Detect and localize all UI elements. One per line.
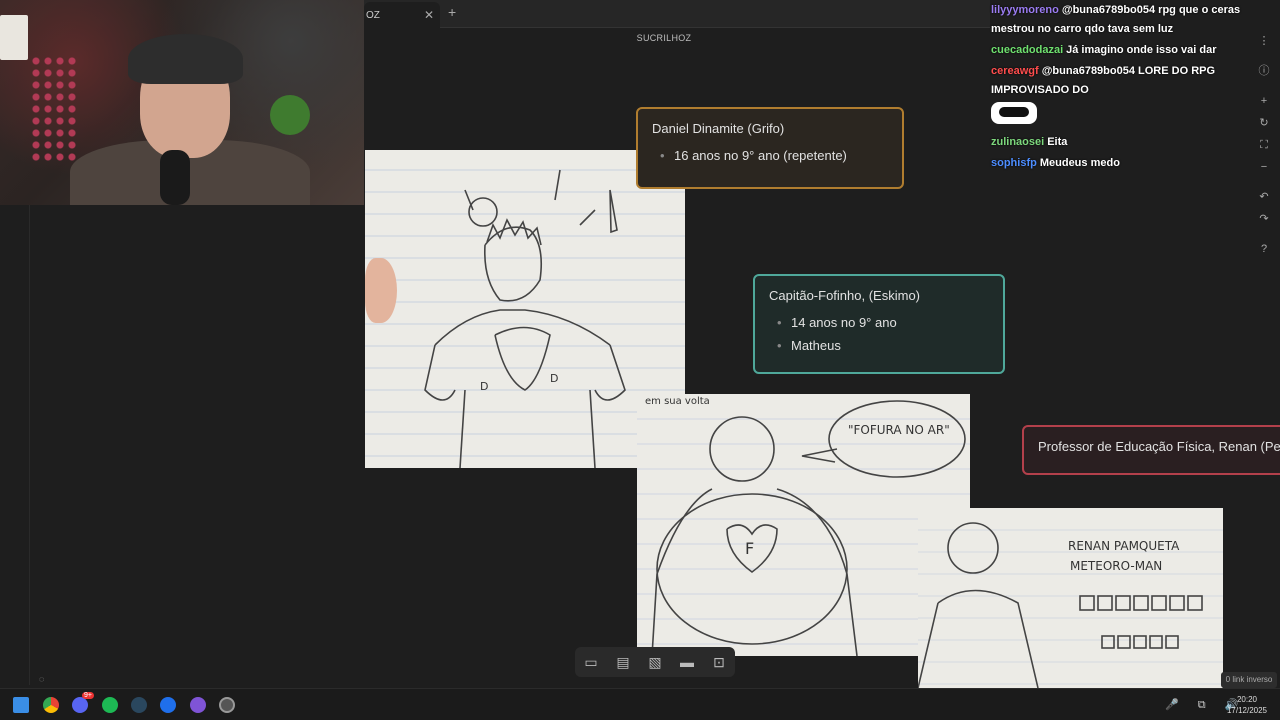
chat-text: Eita	[1047, 136, 1068, 148]
webcam-overlay	[0, 0, 364, 205]
tab-label: OZ	[366, 10, 380, 21]
chat-message: sophisfp Meudeus medo	[990, 153, 1280, 174]
discord-icon[interactable]	[72, 697, 88, 713]
divider	[29, 205, 30, 685]
tab-sucrilhoz[interactable]: OZ ✕	[364, 2, 440, 28]
finger-in-photo	[365, 258, 397, 323]
tab-bar: OZ ✕ +	[364, 0, 990, 28]
chat-text: Já imagino onde isso vai dar	[1066, 44, 1217, 56]
obsidian-icon[interactable]	[190, 697, 206, 713]
clock-date: 17/12/2025	[1226, 706, 1268, 715]
list-item: Matheus	[777, 338, 989, 353]
sketch-renan[interactable]: RENAN PAMQUETA METEORO-MAN	[918, 508, 1223, 688]
help-icon[interactable]: ?	[1251, 238, 1277, 260]
redo-icon[interactable]: ↷	[1251, 208, 1277, 230]
webcam-frog-plush	[270, 95, 310, 135]
windows-start-icon[interactable]	[13, 697, 29, 713]
list-item: 16 anos no 9° ano (repetente)	[660, 148, 888, 163]
chat-username: cereawgf	[991, 65, 1039, 77]
text-file-icon[interactable]: ▤	[612, 654, 634, 671]
chest-letter-left: D	[480, 380, 488, 393]
renan-hero-text: METEORO-MAN	[1070, 559, 1162, 573]
sketch-renan-drawing: RENAN PAMQUETA METEORO-MAN	[918, 522, 1223, 688]
speech-bubble-text: "FOFURA NO AR"	[848, 423, 950, 437]
record-icon[interactable]	[219, 697, 235, 713]
chat-username: zulinaosei	[991, 136, 1045, 148]
chat-username: lilyyymoreno	[991, 4, 1059, 16]
webcam-lamp	[0, 15, 28, 60]
card-professor-renan[interactable]: Professor de Educação Física, Renan (Pes…	[1022, 425, 1280, 475]
list-item: 14 anos no 9° ano	[777, 315, 989, 330]
card-capitao-fofinho[interactable]: Capitão-Fofinho, (Eskimo) 14 anos no 9° …	[753, 274, 1005, 374]
steam-icon[interactable]	[131, 697, 147, 713]
webcam-flowers	[30, 55, 80, 165]
webcam-person-cap	[128, 34, 243, 84]
card-icon[interactable]: ▬	[676, 654, 698, 670]
spotify-icon[interactable]	[102, 697, 118, 713]
card-daniel-dinamite[interactable]: Daniel Dinamite (Grifo) 16 anos no 9° an…	[636, 107, 904, 189]
link-inverse-badge[interactable]: 0 link inverso	[1221, 672, 1277, 688]
new-note-icon[interactable]: ▭	[580, 654, 602, 671]
caption-top: em sua volta	[645, 396, 710, 407]
chat-message: zulinaosei Eita	[990, 132, 1280, 153]
image-icon[interactable]: ▧	[644, 654, 666, 671]
chat-message: cuecadodazai Já imagino onde isso vai dar	[990, 40, 1280, 61]
new-tab-button[interactable]: +	[448, 4, 456, 20]
card-title: Professor de Educação Física, Renan (Pes…	[1038, 439, 1280, 454]
document-title: SUCRILHOZ	[636, 33, 692, 43]
canvas-toolbar: ▭ ▤ ▧ ▬ ⊡	[575, 647, 735, 677]
card-title: Daniel Dinamite (Grifo)	[652, 121, 785, 136]
chat-overlay: lilyyymoreno @buna6789bo054 rpg que o cer…	[990, 0, 1280, 174]
card-title: Capitão-Fofinho, (Eskimo)	[769, 288, 920, 303]
emote-icon	[991, 102, 1037, 124]
renan-name-text: RENAN PAMQUETA	[1068, 539, 1180, 553]
close-icon[interactable]: ✕	[424, 8, 434, 22]
clock[interactable]: 20:20 17/12/2025	[1222, 694, 1272, 716]
chrome-icon[interactable]	[43, 697, 59, 713]
chat-message: cereawgf @buna6789bo054 LORE DO RPG IMPRO…	[990, 61, 1280, 132]
chat-username: cuecadodazai	[991, 44, 1064, 56]
chat-message: lilyyymoreno @buna6789bo054 rpg que o cer…	[990, 0, 1280, 40]
clock-time: 20:20	[1236, 695, 1258, 704]
frame-icon[interactable]: ⊡	[708, 654, 730, 671]
c-app-icon[interactable]	[160, 697, 176, 713]
webcam-microphone	[160, 150, 190, 205]
discord-badge: 9+	[82, 692, 94, 699]
chest-letter-right: D	[550, 372, 558, 385]
heart-letter: F	[745, 539, 754, 558]
loading-icon: ◌	[39, 674, 45, 684]
taskbar: 9+ 🎤 ⧉ 🔊 20:20 17/12/2025	[0, 688, 1280, 720]
undo-icon[interactable]: ↶	[1251, 186, 1277, 208]
chat-username: sophisfp	[991, 157, 1037, 169]
chat-text: Meudeus medo	[1039, 157, 1120, 169]
screen: OZ ✕ + SUCRILHOZ ⋮ ⓘ + ↻ ⛶ − ↶ ↷ ? D D "…	[0, 0, 1280, 720]
